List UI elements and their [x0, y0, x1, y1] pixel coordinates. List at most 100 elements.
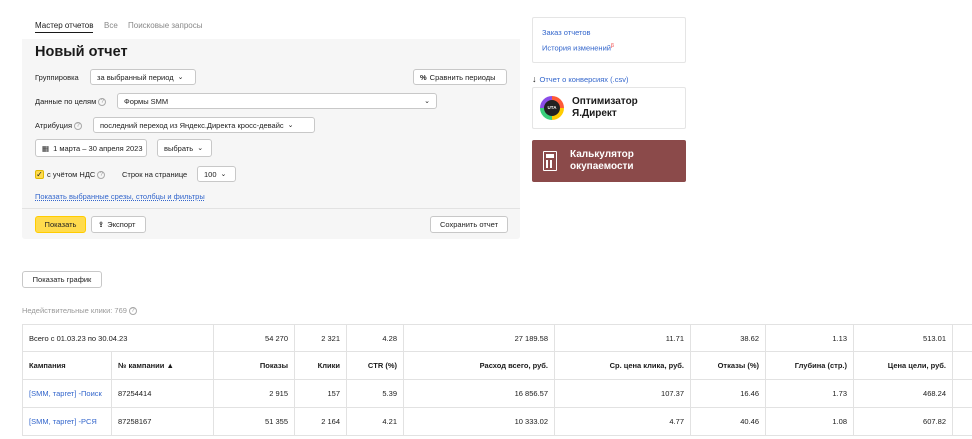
- table-cell: 607.82: [853, 407, 953, 436]
- optimizer-title-line1: Оптимизатор: [572, 96, 638, 107]
- checkmark-icon: ✓: [35, 170, 44, 179]
- roi-calculator-title-line1: Калькулятор: [570, 149, 634, 160]
- chevron-down-icon: ⌄: [220, 171, 227, 178]
- stats-table: Всего с 01.03.23 по 30.04.23 54 270 2 32…: [22, 324, 972, 436]
- calculator-icon: [543, 151, 557, 171]
- total-cell: 11.71: [554, 324, 691, 352]
- column-header-clicks[interactable]: Клики: [294, 351, 347, 380]
- optimizer-logo-text: UTA: [544, 100, 560, 116]
- save-report-button[interactable]: Сохранить отчет: [430, 216, 508, 233]
- table-cell: 17: [952, 407, 972, 436]
- page-title: Новый отчет: [35, 44, 128, 60]
- total-cell: 1.13: [765, 324, 854, 352]
- chevron-down-icon: ⌄: [177, 74, 184, 81]
- total-cell: 53: [952, 324, 972, 352]
- conversions-csv-link[interactable]: ↓ Отчет о конверсиях (.csv): [532, 74, 628, 84]
- table-cell: 107.37: [554, 379, 691, 408]
- grouping-value: за выбранный период: [97, 72, 174, 82]
- order-reports-link[interactable]: Заказ отчетов: [542, 28, 591, 37]
- total-cell: 38.62: [690, 324, 766, 352]
- attribution-value: последний переход из Яндекс.Директа крос…: [100, 120, 284, 130]
- table-cell: 1.73: [765, 379, 854, 408]
- table-cell: 468.24: [853, 379, 953, 408]
- calendar-icon: ▦: [42, 143, 50, 153]
- export-label: Экспорт: [107, 220, 136, 229]
- help-icon[interactable]: ?: [128, 307, 137, 316]
- beta-badge: β: [610, 43, 614, 49]
- table-cell: 40.46: [690, 407, 766, 436]
- help-icon[interactable]: ?: [98, 98, 107, 107]
- show-selected-filters-link[interactable]: Показать выбранные срезы, столбцы и филь…: [35, 192, 205, 201]
- column-header-spend[interactable]: Расход всего, руб.: [403, 351, 555, 380]
- optimizer-promo-card[interactable]: UTA Оптимизатор Я.Директ: [532, 87, 686, 129]
- table-cell: 4.77: [554, 407, 691, 436]
- panel-divider: [22, 208, 520, 209]
- campaign-id-cell: 87258167: [111, 407, 214, 436]
- chevron-down-icon: ⌄: [424, 98, 430, 105]
- rows-per-page-label: Строк на странице: [122, 170, 188, 179]
- total-cell: 2 321: [294, 324, 347, 352]
- chevron-down-icon: ⌄: [287, 122, 294, 129]
- campaign-link[interactable]: [SMM, таргет] -Поиск: [29, 389, 102, 398]
- date-range-button[interactable]: ▦ 1 марта – 30 апреля 2023: [35, 139, 147, 157]
- vat-checkbox[interactable]: ✓ с учётом НДС?: [35, 170, 106, 179]
- optimizer-logo-icon: UTA: [540, 96, 564, 120]
- column-header-conversions[interactable]: Конверсии: [952, 351, 972, 380]
- campaign-link[interactable]: [SMM, таргет] -РСЯ: [29, 417, 97, 426]
- tab-all[interactable]: Все: [104, 21, 118, 30]
- export-icon: ⇪: [98, 220, 105, 229]
- table-header-row: Кампания № кампании ▲ Показы Клики CTR (…: [22, 351, 972, 380]
- column-header-depth[interactable]: Глубина (стр.): [765, 351, 854, 380]
- tab-search-queries[interactable]: Поисковые запросы: [128, 21, 202, 30]
- vat-label: с учётом НДС: [47, 170, 96, 179]
- help-icon[interactable]: ?: [74, 122, 83, 131]
- download-icon: ↓: [532, 74, 537, 84]
- table-cell: 2 915: [213, 379, 295, 408]
- show-report-label: Показать: [44, 220, 77, 229]
- goals-label-text: Данные по целям: [35, 97, 97, 106]
- invalid-clicks-info: Недействительные клики: 769?: [22, 306, 137, 316]
- choose-period-button[interactable]: выбрать ⌄: [157, 139, 212, 157]
- column-header-ctr[interactable]: CTR (%): [346, 351, 404, 380]
- column-header-impressions[interactable]: Показы: [213, 351, 295, 380]
- show-chart-label: Показать график: [32, 275, 92, 284]
- attribution-select[interactable]: последний переход из Яндекс.Директа крос…: [93, 117, 315, 133]
- chevron-down-icon: ⌄: [197, 145, 204, 152]
- export-button[interactable]: ⇪ Экспорт: [91, 216, 146, 233]
- rows-per-page-select[interactable]: 100 ⌄: [197, 166, 236, 182]
- choose-period-label: выбрать: [164, 143, 194, 153]
- date-range-value: 1 марта – 30 апреля 2023: [53, 143, 143, 153]
- reports-links-card: [532, 17, 686, 63]
- grouping-select[interactable]: за выбранный период ⌄: [90, 69, 196, 85]
- column-header-campaign[interactable]: Кампания: [22, 351, 112, 380]
- column-header-bounces[interactable]: Отказы (%): [690, 351, 766, 380]
- tab-report-master[interactable]: Мастер отчетов: [35, 21, 94, 33]
- table-row: [SMM, таргет] -Поиск 87254414 2 915 157 …: [22, 379, 972, 408]
- compare-periods-label: Сравнить периоды: [429, 72, 496, 82]
- total-label: Всего с 01.03.23 по 30.04.23: [22, 324, 214, 352]
- compare-periods-button[interactable]: % Сравнить периоды: [413, 69, 507, 85]
- show-report-button[interactable]: Показать: [35, 216, 86, 233]
- table-cell: 5.39: [346, 379, 404, 408]
- roi-calculator-card[interactable]: Калькулятор окупаемости: [532, 140, 686, 182]
- table-cell: 10 333.02: [403, 407, 555, 436]
- column-header-goal-cost[interactable]: Цена цели, руб.: [853, 351, 953, 380]
- table-cell: 51 355: [213, 407, 295, 436]
- table-cell: 4.21: [346, 407, 404, 436]
- history-link[interactable]: История измененийβ: [542, 43, 614, 53]
- invalid-clicks-label: Недействительные клики: 769: [22, 306, 127, 315]
- total-cell: 27 189.58: [403, 324, 555, 352]
- goals-value: Формы SMM: [124, 96, 169, 106]
- total-row: Всего с 01.03.23 по 30.04.23 54 270 2 32…: [22, 324, 972, 352]
- history-label: История изменений: [542, 43, 611, 53]
- show-chart-button[interactable]: Показать график: [22, 271, 102, 288]
- column-header-campaign-id[interactable]: № кампании ▲: [111, 351, 214, 380]
- help-icon[interactable]: ?: [97, 170, 106, 179]
- table-cell: 36: [952, 379, 972, 408]
- percent-compare-icon: %: [420, 72, 427, 82]
- table-cell: 157: [294, 379, 347, 408]
- goals-select[interactable]: Формы SMM ⌄: [117, 93, 437, 109]
- column-header-avg-cpc[interactable]: Ср. цена клика, руб.: [554, 351, 691, 380]
- rows-per-page-value: 100: [204, 169, 217, 179]
- table-cell: 16 856.57: [403, 379, 555, 408]
